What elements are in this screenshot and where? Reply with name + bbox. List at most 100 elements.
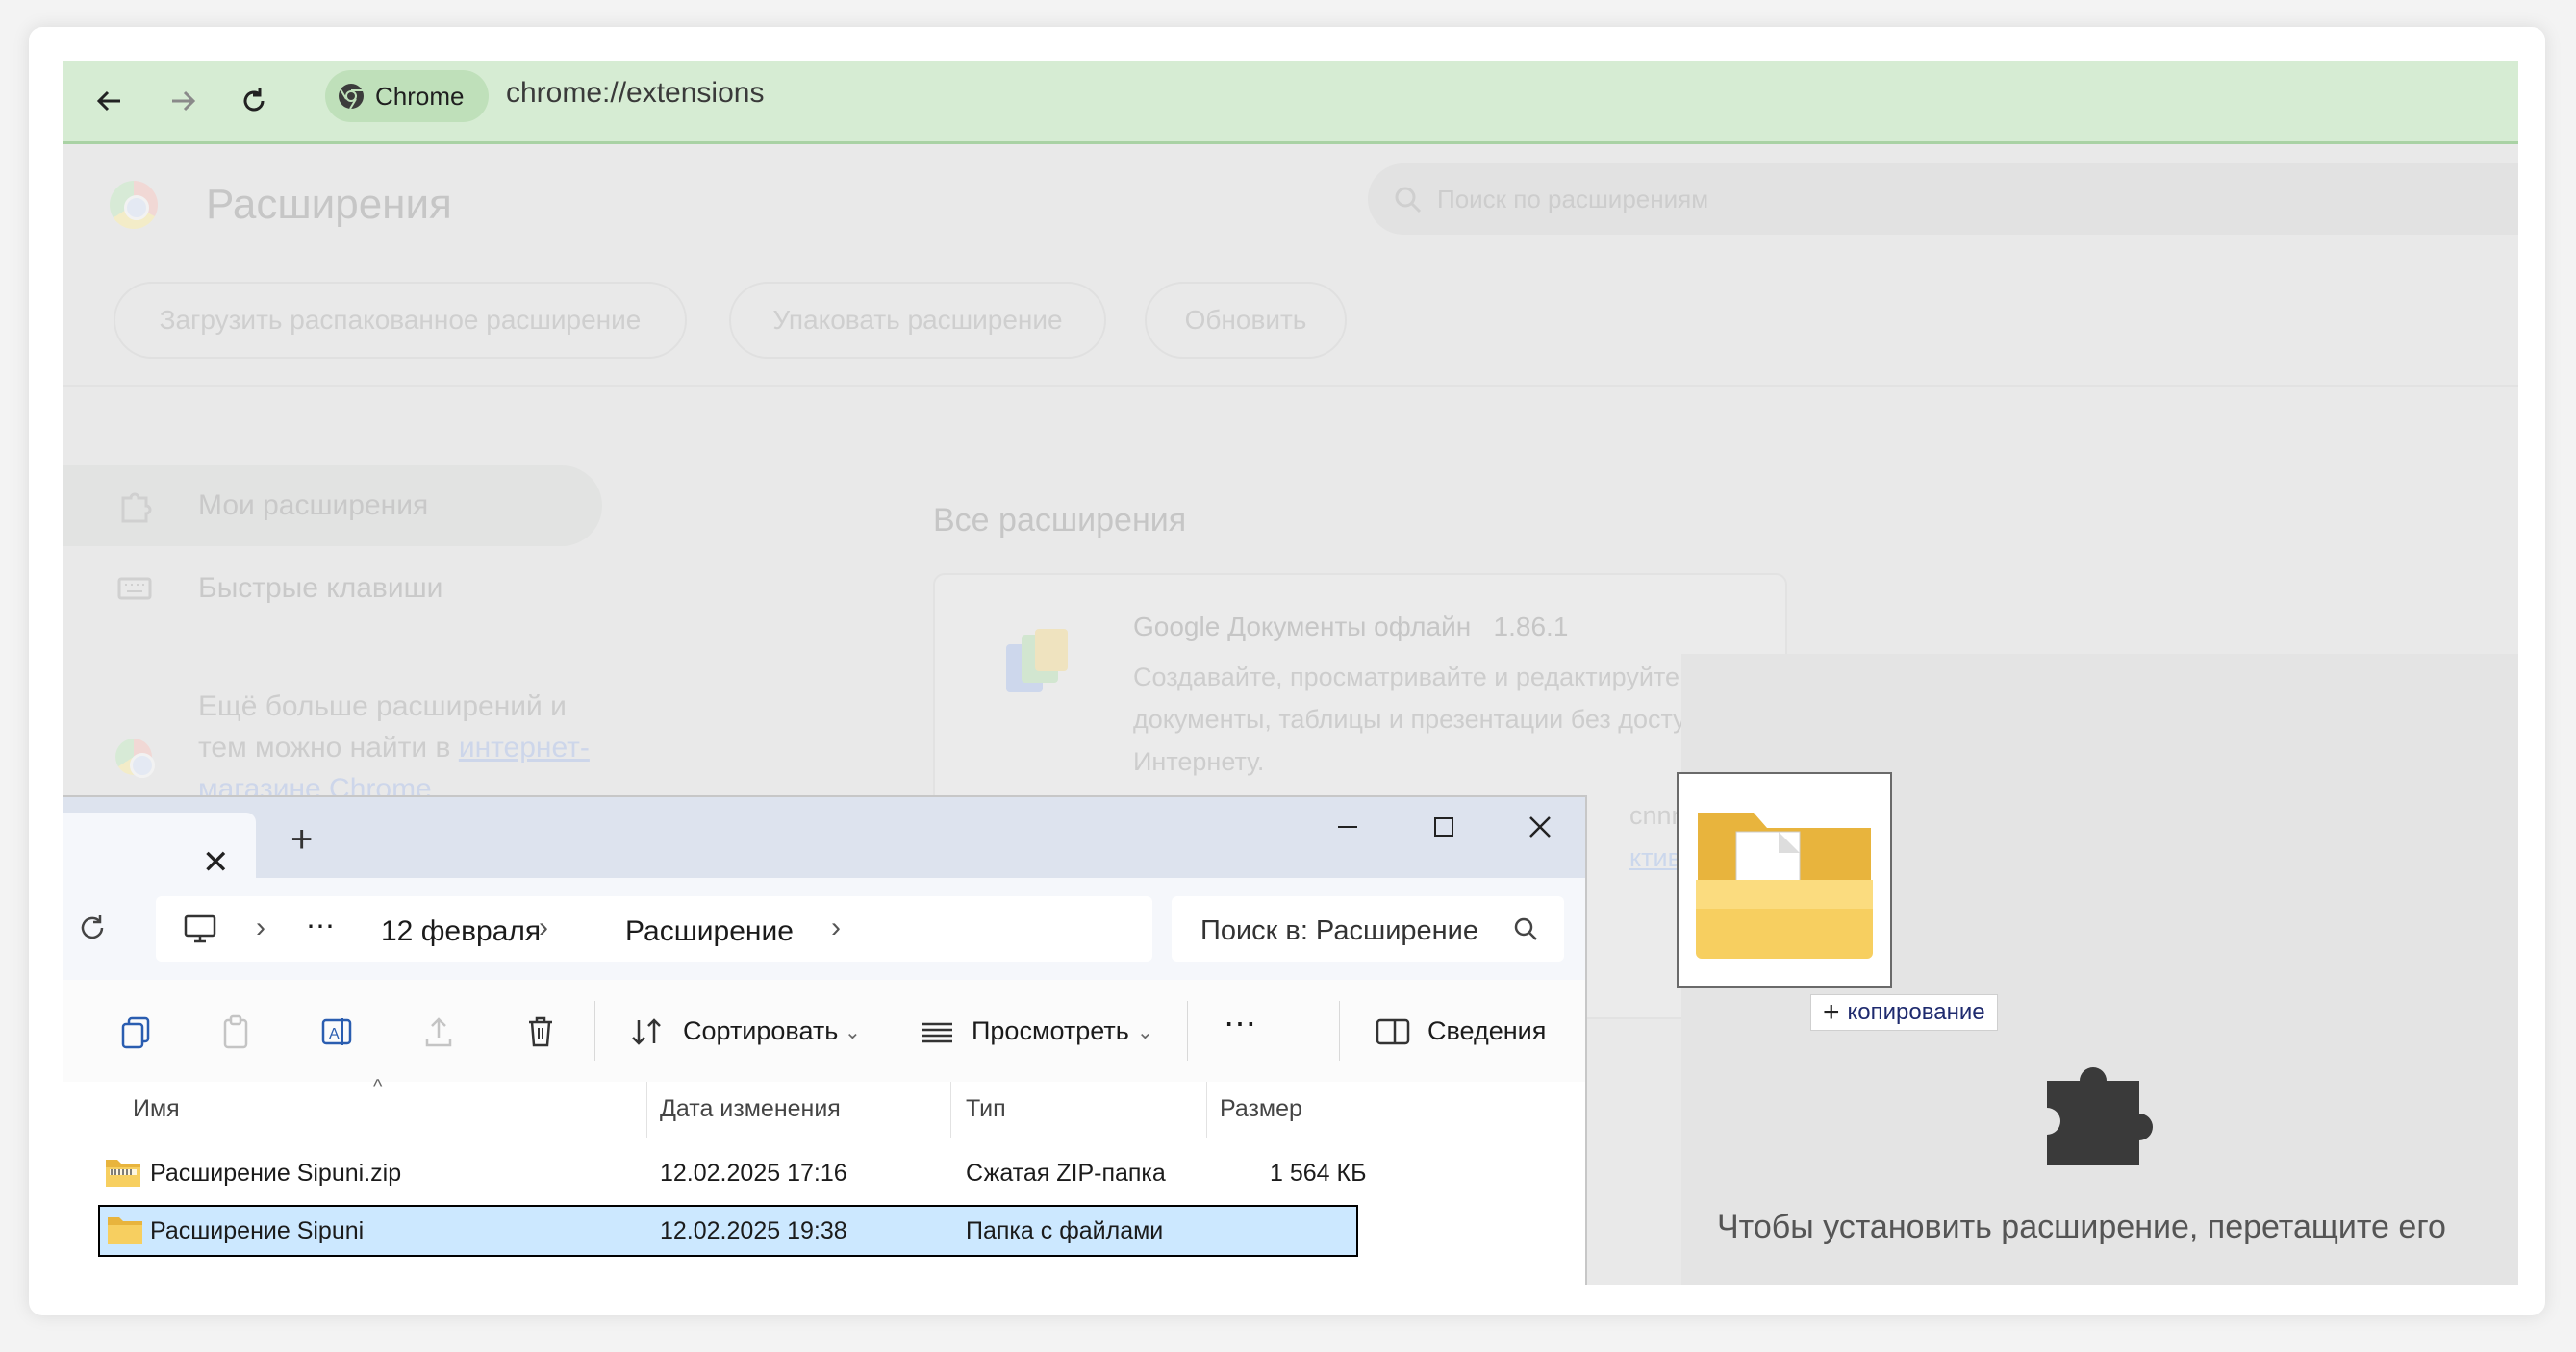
- computer-icon: [184, 914, 216, 943]
- sidebar-item-shortcuts[interactable]: Быстрые клавиши: [63, 548, 602, 629]
- zip-folder-icon: [106, 1160, 140, 1187]
- maximize-icon: [1434, 817, 1453, 837]
- chrome-logo-icon: [110, 181, 158, 229]
- webstore-icon: [115, 739, 155, 778]
- extension-name: Google Документы офлайн 1.86.1: [1133, 612, 1568, 642]
- file-size: 1 564 КБ: [1270, 1160, 1367, 1187]
- chevron-down-icon: ⌄: [845, 1022, 861, 1043]
- puzzle-icon: [121, 492, 152, 523]
- explorer-command-bar: A Сортировать ⌄ Просмотреть ⌄ ⋯ Сведения: [63, 980, 1585, 1083]
- file-explorer-window: ✕ + › ⋯ 12 февраля › Расширение › Поиск …: [63, 795, 1587, 1285]
- close-icon: [1529, 816, 1551, 838]
- drop-instruction: Чтобы установить расширение, перетащите …: [1717, 1209, 2446, 1245]
- explorer-search-input[interactable]: Поиск в: Расширение: [1172, 896, 1564, 962]
- chevron-right-icon: ›: [539, 912, 548, 943]
- chevron-down-icon: ⌄: [1137, 1022, 1153, 1043]
- file-date: 12.02.2025 19:38: [660, 1217, 847, 1244]
- file-name: Расширение Sipuni: [150, 1217, 365, 1244]
- paste-icon[interactable]: [217, 1013, 256, 1051]
- back-button[interactable]: [87, 78, 133, 124]
- pack-extension-button[interactable]: Упаковать расширение: [729, 282, 1106, 359]
- google-docs-icon: [1006, 629, 1068, 692]
- extension-description: Создавайте, просматривайте и редактируйт…: [1133, 663, 1733, 776]
- svg-text:A: A: [329, 1026, 340, 1042]
- copy-label: копирование: [1847, 999, 1985, 1025]
- search-icon: [1395, 187, 1422, 213]
- update-button[interactable]: Обновить: [1145, 282, 1347, 359]
- explorer-tab[interactable]: ✕: [63, 813, 256, 881]
- close-icon[interactable]: ✕: [202, 843, 230, 882]
- table-row-selected[interactable]: Расширение Sipuni 12.02.2025 19:38 Папка…: [98, 1205, 1358, 1257]
- explorer-address-bar: › ⋯ 12 февраля › Расширение › Поиск в: Р…: [63, 878, 1585, 981]
- minimize-icon: [1338, 826, 1357, 828]
- chip-label: Chrome: [375, 81, 465, 111]
- search-placeholder: Поиск по расширениям: [1437, 185, 1709, 213]
- column-header-date[interactable]: Дата изменения: [660, 1095, 841, 1123]
- arrow-left-icon: [96, 90, 120, 112]
- column-divider[interactable]: [950, 1082, 951, 1138]
- sidebar-item-my-extensions[interactable]: Мои расширения: [63, 465, 602, 546]
- file-date: 12.02.2025 17:16: [660, 1160, 847, 1187]
- share-icon[interactable]: [419, 1013, 458, 1051]
- extension-title: Google Документы офлайн: [1133, 612, 1472, 641]
- column-header-type[interactable]: Тип: [966, 1095, 1006, 1123]
- folder-icon: [108, 1217, 142, 1244]
- divider: [63, 385, 2518, 387]
- minimize-button[interactable]: [1314, 803, 1381, 851]
- delete-icon[interactable]: [521, 1013, 560, 1051]
- webstore-note: Ещё больше расширений и тем можно найти …: [198, 686, 612, 810]
- table-row[interactable]: Расширение Sipuni.zip 12.02.2025 17:16 С…: [98, 1147, 1366, 1199]
- divider: [594, 1001, 595, 1061]
- site-info-chip[interactable]: Chrome: [325, 70, 489, 122]
- column-divider[interactable]: [1206, 1082, 1207, 1138]
- drag-preview: [1677, 772, 1892, 988]
- sort-caret-icon: ^: [373, 1076, 383, 1097]
- load-unpacked-button[interactable]: Загрузить распакованное расширение: [114, 282, 687, 359]
- page-title: Расширения: [206, 181, 452, 228]
- refresh-icon[interactable]: [77, 913, 108, 943]
- extension-version: 1.86.1: [1493, 612, 1569, 641]
- more-icon[interactable]: ⋯: [306, 910, 335, 943]
- rename-icon[interactable]: A: [317, 1013, 356, 1051]
- folder-icon: [1696, 813, 1873, 959]
- more-options-icon[interactable]: ⋯: [1224, 1005, 1256, 1043]
- forward-button[interactable]: [160, 78, 206, 124]
- maximize-button[interactable]: [1410, 803, 1477, 851]
- column-divider[interactable]: [646, 1082, 647, 1138]
- close-window-button[interactable]: [1506, 803, 1574, 851]
- address-bar[interactable]: chrome://extensions: [506, 77, 764, 110]
- arrow-right-icon: [172, 90, 196, 112]
- divider: [1187, 1001, 1188, 1061]
- details-button[interactable]: Сведения: [1427, 1016, 1546, 1046]
- details-pane-icon: [1376, 1018, 1410, 1045]
- view-button[interactable]: Просмотреть: [972, 1016, 1129, 1046]
- all-extensions-heading: Все расширения: [933, 502, 1187, 538]
- file-type: Папка с файлами: [966, 1217, 1164, 1244]
- copy-badge: + копирование: [1810, 994, 1998, 1031]
- file-type: Сжатая ZIP-папка: [966, 1160, 1166, 1187]
- sidebar-item-label: Мои расширения: [198, 489, 429, 521]
- search-placeholder: Поиск в: Расширение: [1200, 915, 1479, 946]
- plus-icon: +: [1823, 996, 1840, 1028]
- column-header-size[interactable]: Размер: [1220, 1095, 1302, 1123]
- column-headers: ^ Имя Дата изменения Тип Размер: [63, 1076, 1585, 1138]
- breadcrumb-item[interactable]: 12 февраля: [381, 915, 541, 948]
- browser-toolbar: Chrome chrome://extensions: [63, 61, 2518, 144]
- sort-button[interactable]: Сортировать: [683, 1016, 838, 1046]
- divider: [1339, 1001, 1340, 1061]
- breadcrumb-item[interactable]: Расширение: [625, 915, 794, 948]
- puzzle-icon: [2047, 1067, 2153, 1165]
- copy-icon[interactable]: [117, 1013, 156, 1051]
- view-icon: [922, 1022, 952, 1043]
- new-tab-button[interactable]: +: [290, 818, 313, 862]
- chevron-right-icon: ›: [831, 912, 841, 943]
- reload-button[interactable]: [231, 78, 277, 124]
- chrome-logo-icon: [339, 84, 364, 110]
- file-name: Расширение Sipuni.zip: [150, 1160, 402, 1187]
- search-icon: [1514, 917, 1537, 940]
- extensions-search[interactable]: Поиск по расширениям: [1368, 163, 2518, 235]
- sort-icon: [632, 1018, 661, 1045]
- breadcrumb[interactable]: › ⋯ 12 февраля › Расширение ›: [156, 896, 1152, 962]
- column-header-name[interactable]: Имя: [133, 1095, 180, 1123]
- explorer-titlebar: ✕ +: [63, 797, 1585, 881]
